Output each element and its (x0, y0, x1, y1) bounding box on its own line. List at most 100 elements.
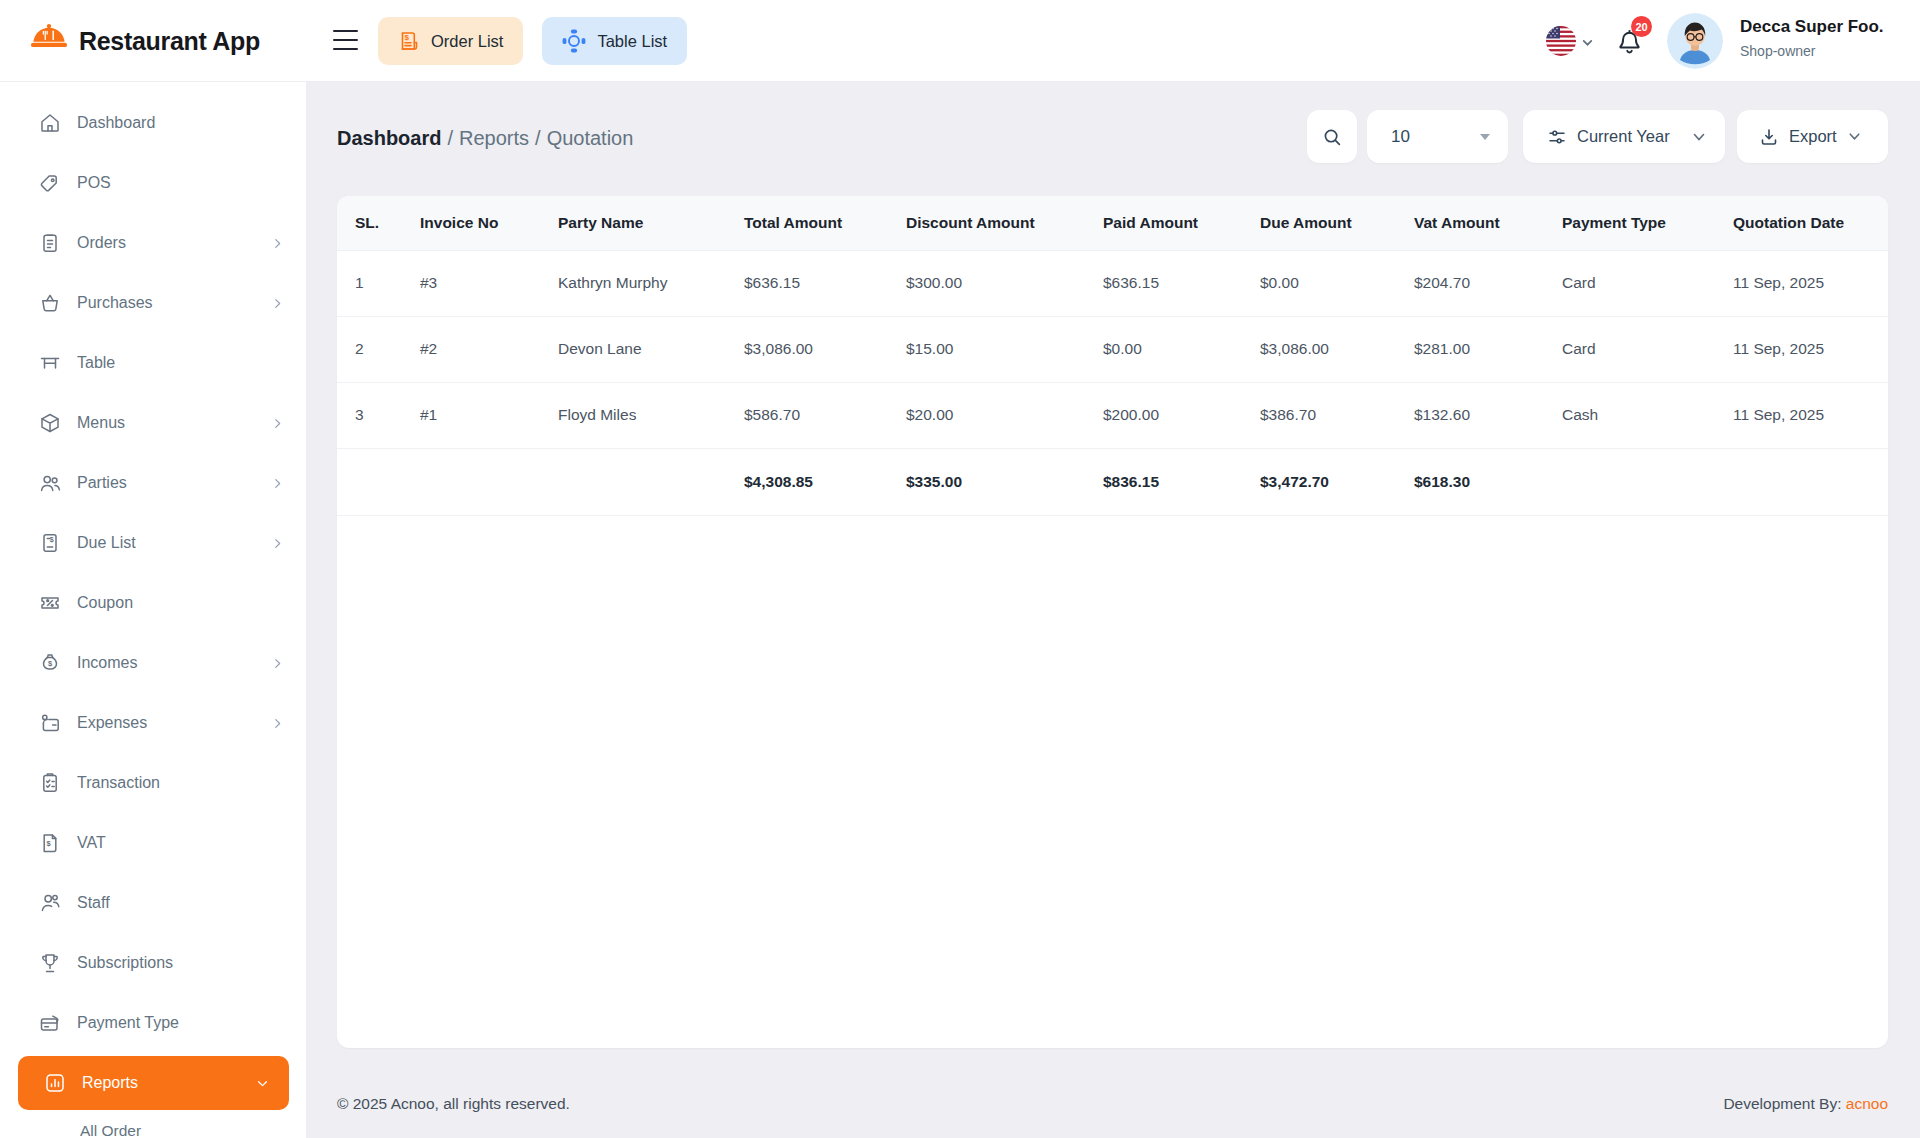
notification-count-badge: 20 (1631, 16, 1652, 37)
column-header: Invoice No (402, 196, 540, 250)
sidebar-item-parties[interactable]: Parties (0, 453, 306, 513)
totals-cell (540, 448, 726, 515)
column-header: Total Amount (726, 196, 888, 250)
sidebar-item-orders[interactable]: Orders (0, 213, 306, 273)
page-size-select[interactable]: 10 (1367, 110, 1508, 163)
sidebar-item-payment-type[interactable]: Payment Type (0, 993, 306, 1053)
column-header: Due Amount (1242, 196, 1396, 250)
totals-cell: $3,472.70 (1242, 448, 1396, 515)
sidebar-subitem-all-order[interactable]: All Order (0, 1116, 306, 1138)
sidebar-item-expenses[interactable]: Expenses (0, 693, 306, 753)
sidebar-item-subscriptions[interactable]: Subscriptions (0, 933, 306, 993)
column-header: Discount Amount (888, 196, 1085, 250)
sidebar-item-label: Reports (82, 1074, 138, 1092)
chevron-right-icon (269, 295, 286, 312)
clipboard-icon (38, 231, 62, 255)
column-header: Paid Amount (1085, 196, 1242, 250)
sidebar-item-dashboard[interactable]: Dashboard (0, 93, 306, 153)
language-dropdown-chevron-icon[interactable] (1581, 36, 1594, 49)
user-info[interactable]: Decca Super Foo. Shop-owner (1740, 17, 1884, 59)
table-cell: $3,086.00 (726, 316, 888, 382)
table-cell: $636.15 (726, 250, 888, 316)
sidebar-item-label: Due List (77, 534, 136, 552)
sidebar-item-label: Staff (77, 894, 110, 912)
sidebar-item-pos[interactable]: POS (0, 153, 306, 213)
sidebar-item-staff[interactable]: Staff (0, 873, 306, 933)
column-header: SL. (337, 196, 402, 250)
clipboard-check-icon (38, 771, 62, 795)
totals-cell (1544, 448, 1715, 515)
chevron-right-icon (269, 235, 286, 252)
totals-cell (1715, 448, 1888, 515)
due-doc-icon: $ (38, 531, 62, 555)
sidebar-item-purchases[interactable]: Purchases (0, 273, 306, 333)
table-cell: $636.15 (1085, 250, 1242, 316)
year-filter-select[interactable]: Current Year (1523, 110, 1725, 163)
quotation-table: SL.Invoice NoParty NameTotal AmountDisco… (337, 196, 1888, 516)
development-by: Development By: acnoo (1723, 1095, 1888, 1113)
top-header: Restaurant App $ Order List (0, 0, 1920, 82)
table-row: 3#1Floyd Miles$586.70$20.00$200.00$386.7… (337, 382, 1888, 448)
chevron-right-icon (269, 535, 286, 552)
breadcrumb-dashboard[interactable]: Dashboard (337, 127, 441, 149)
table-cell: $586.70 (726, 382, 888, 448)
sidebar-item-incomes[interactable]: $Incomes (0, 633, 306, 693)
table-cell: Devon Lane (540, 316, 726, 382)
user-name: Decca Super Foo. (1740, 17, 1884, 37)
table-list-button[interactable]: Table List (542, 17, 687, 65)
sidebar-item-label: Coupon (77, 594, 133, 612)
table-cell: Floyd Miles (540, 382, 726, 448)
user-avatar[interactable] (1667, 13, 1723, 69)
chart-icon (43, 1071, 67, 1095)
sidebar-nav: Dashboard POS Orders Purchases Table Menus Par… (0, 82, 307, 1138)
table-cell: $0.00 (1242, 250, 1396, 316)
table-cell: $0.00 (1085, 316, 1242, 382)
table-cell: 1 (337, 250, 402, 316)
money-bag-icon: $ (38, 651, 62, 675)
totals-cell: $836.15 (1085, 448, 1242, 515)
breadcrumb: Dashboard/Reports/Quotation (337, 127, 633, 150)
sidebar-item-label: Dashboard (77, 114, 155, 132)
sidebar-item-label: Table (77, 354, 115, 372)
box-icon (38, 411, 62, 435)
app-logo[interactable]: Restaurant App (28, 0, 260, 82)
chevron-down-icon (254, 1075, 271, 1092)
table-cell: $200.00 (1085, 382, 1242, 448)
sidebar-item-label: Purchases (77, 294, 153, 312)
table-cell: $3,086.00 (1242, 316, 1396, 382)
sidebar-item-label: Parties (77, 474, 127, 492)
select-caret-icon (1480, 134, 1490, 140)
export-button[interactable]: Export (1737, 110, 1888, 163)
sidebar-item-reports[interactable]: Reports (18, 1056, 289, 1110)
chevron-right-icon (269, 475, 286, 492)
language-flag-us-icon[interactable] (1546, 26, 1576, 56)
chevron-right-icon (269, 415, 286, 432)
table-cell: #3 (402, 250, 540, 316)
sidebar-item-label: Orders (77, 234, 126, 252)
totals-cell (337, 448, 402, 515)
tag-icon (38, 171, 62, 195)
sidebar-item-label: Expenses (77, 714, 147, 732)
search-button[interactable] (1307, 110, 1357, 163)
menu-toggle-icon[interactable] (333, 30, 358, 50)
breadcrumb-reports[interactable]: Reports (459, 127, 529, 149)
sidebar-item-coupon[interactable]: Coupon (0, 573, 306, 633)
table-cell: $15.00 (888, 316, 1085, 382)
sidebar-item-label: Subscriptions (77, 954, 173, 972)
sidebar-item-label: POS (77, 174, 111, 192)
svg-text:$: $ (405, 33, 410, 42)
totals-cell (402, 448, 540, 515)
basket-icon (38, 291, 62, 315)
sidebar-item-transaction[interactable]: Transaction (0, 753, 306, 813)
table-row: 1#3Kathryn Murphy$636.15$300.00$636.15$0… (337, 250, 1888, 316)
sidebar-item-menus[interactable]: Menus (0, 393, 306, 453)
users-icon (38, 471, 62, 495)
sidebar-item-table[interactable]: Table (0, 333, 306, 393)
sidebar-item-vat[interactable]: $VAT (0, 813, 306, 873)
sidebar-item-label: Payment Type (77, 1014, 179, 1032)
acnoo-link[interactable]: acnoo (1846, 1095, 1888, 1112)
order-list-button[interactable]: $ Order List (378, 17, 523, 65)
sidebar-item-due-list[interactable]: $ Due List (0, 513, 306, 573)
staff-users-icon (38, 891, 62, 915)
table-cell: Cash (1544, 382, 1715, 448)
